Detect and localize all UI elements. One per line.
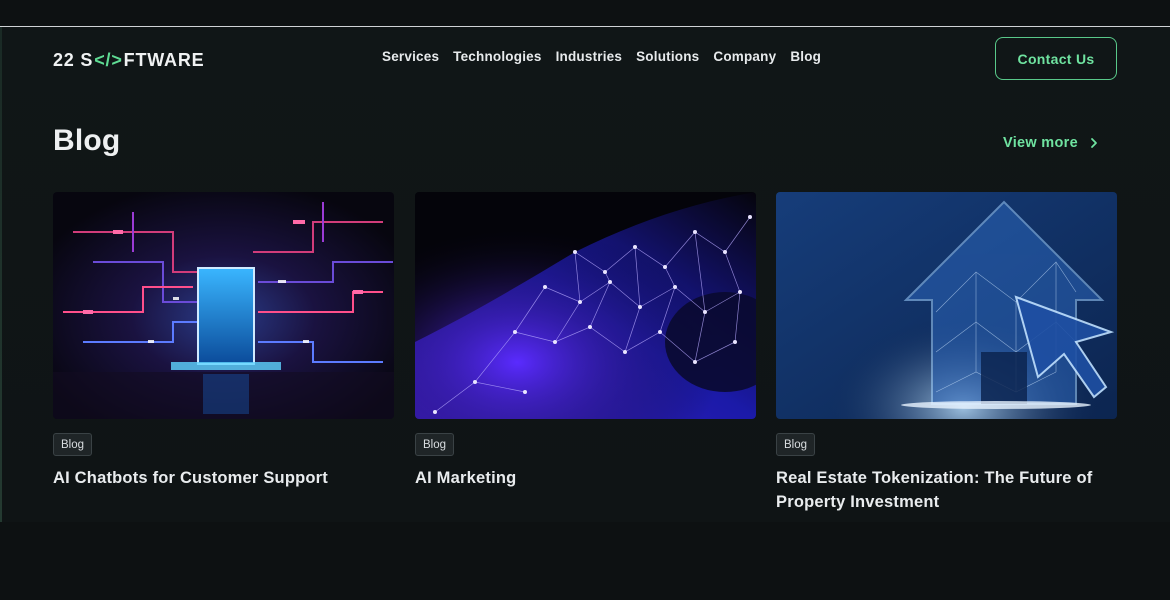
nav-item-solutions[interactable]: Solutions — [636, 49, 699, 64]
section-title: Blog — [53, 124, 121, 157]
chevron-right-icon — [1091, 138, 1097, 148]
nav-item-industries[interactable]: Industries — [556, 49, 623, 64]
card-title[interactable]: AI Marketing — [415, 466, 745, 490]
nav-item-services[interactable]: Services — [382, 49, 439, 64]
nav-item-company[interactable]: Company — [713, 49, 776, 64]
logo-text-suffix: FTWARE — [123, 49, 205, 70]
page: 22 S </> FTWARE Services Technologies Indu… — [0, 27, 1170, 522]
blog-card[interactable]: Blog Real Estate Tokenization: The Futur… — [776, 192, 1117, 511]
blog-card[interactable]: Blog AI Marketing — [415, 192, 756, 487]
card-title[interactable]: Real Estate Tokenization: The Future of … — [776, 466, 1106, 514]
logo-text-prefix: 22 S — [53, 49, 94, 70]
view-more-link[interactable]: View more — [1003, 135, 1100, 151]
site-logo[interactable]: 22 S </> FTWARE — [53, 49, 204, 71]
network-mesh-image — [415, 192, 756, 419]
nav-item-technologies[interactable]: Technologies — [453, 49, 541, 64]
card-image-ai-marketing[interactable] — [415, 192, 756, 419]
neon-circuit-image — [53, 192, 394, 419]
card-image-real-estate[interactable] — [776, 192, 1117, 419]
card-title[interactable]: AI Chatbots for Customer Support — [53, 466, 383, 490]
house-cursor-image — [776, 192, 1117, 419]
card-tag[interactable]: Blog — [415, 433, 455, 456]
view-more-label: View more — [1003, 135, 1078, 151]
card-tag[interactable]: Blog — [776, 433, 816, 456]
blog-card[interactable]: Blog AI Chatbots for Customer Support — [53, 192, 394, 487]
contact-us-button[interactable]: Contact Us — [995, 37, 1117, 80]
card-tag[interactable]: Blog — [53, 433, 93, 456]
main-nav: Services Technologies Industries Solutio… — [382, 49, 821, 64]
nav-item-blog[interactable]: Blog — [790, 49, 821, 64]
site-header: 22 S </> FTWARE Services Technologies Indu… — [0, 27, 1170, 91]
logo-code-glyph: </> — [94, 49, 123, 70]
card-image-chatbots[interactable] — [53, 192, 394, 419]
